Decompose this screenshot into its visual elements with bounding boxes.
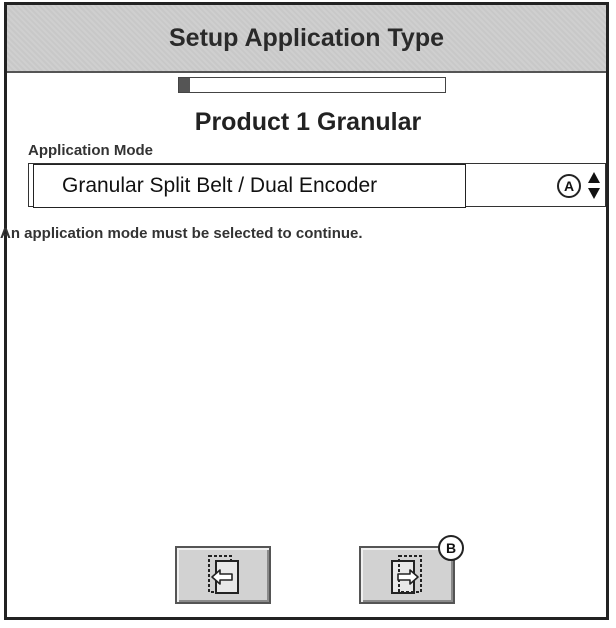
application-mode-value-text: Granular Split Belt / Dual Encoder bbox=[62, 174, 378, 197]
setup-window: Setup Application Type bbox=[4, 2, 609, 620]
application-mode-value[interactable]: Granular Split Belt / Dual Encoder bbox=[33, 164, 466, 208]
product-title: Product 1 Granular bbox=[194, 108, 422, 136]
next-arrow-icon bbox=[391, 555, 422, 594]
back-arrow-icon bbox=[208, 555, 239, 594]
validation-message: An application mode must be selected to … bbox=[0, 225, 363, 242]
progress-bar bbox=[178, 77, 446, 93]
callout-a-badge: A bbox=[557, 174, 581, 198]
application-mode-label: Application Mode bbox=[28, 142, 153, 159]
page-title: Setup Application Type bbox=[168, 23, 444, 52]
progress-fill bbox=[179, 78, 190, 92]
back-button[interactable] bbox=[175, 546, 271, 604]
callout-b-badge: B bbox=[438, 535, 464, 561]
title-bar: Setup Application Type bbox=[7, 5, 606, 73]
up-down-stepper-icon[interactable] bbox=[587, 170, 601, 202]
